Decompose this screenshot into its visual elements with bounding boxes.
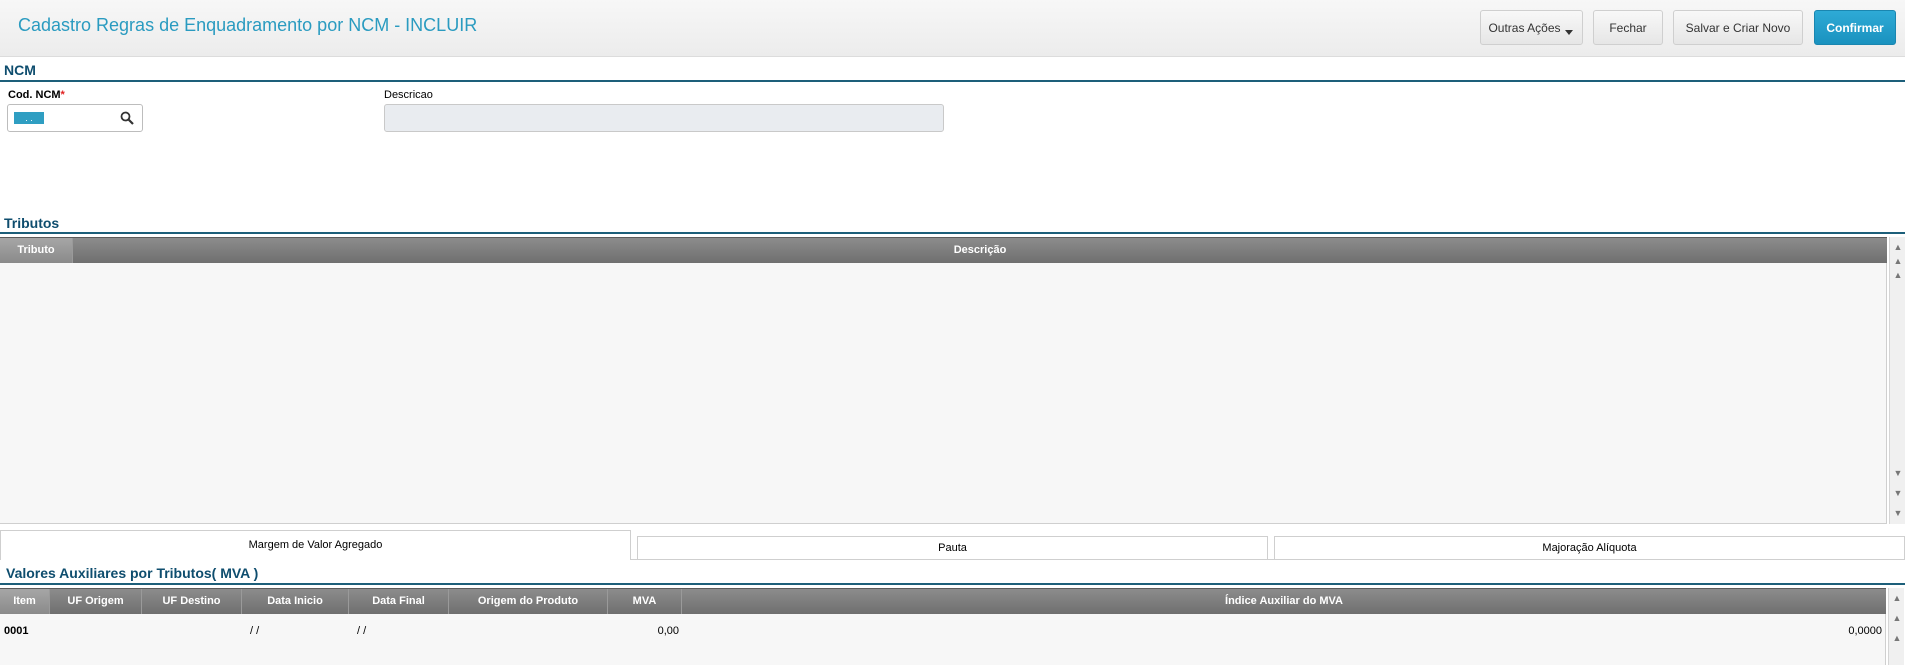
tributos-divider: [0, 232, 1905, 234]
mva-divider: [0, 583, 1905, 585]
search-icon[interactable]: [120, 111, 134, 125]
cod-ncm-input[interactable]: . .: [7, 104, 143, 132]
cell-item: 0001: [4, 625, 29, 637]
mva-grid-body[interactable]: 0001 / / / / 0,00 0,0000: [0, 614, 1886, 665]
mva-scroll-top-icon[interactable]: ▲: [1892, 592, 1902, 604]
tab-majoracao-aliquota[interactable]: Majoração Alíquota: [1274, 536, 1905, 560]
col-data-inicio[interactable]: Data Inicio: [242, 589, 349, 614]
table-row[interactable]: 0001 / / / / 0,00 0,0000: [0, 614, 1886, 637]
close-button[interactable]: Fechar: [1593, 10, 1663, 45]
required-mark: *: [60, 89, 65, 101]
descricao-label: Descricao: [384, 89, 433, 101]
col-uf-destino[interactable]: UF Destino: [142, 589, 242, 614]
save-new-button[interactable]: Salvar e Criar Novo: [1673, 10, 1803, 45]
tributos-grid-header: Tributo Descrição: [0, 237, 1887, 263]
col-mva[interactable]: MVA: [608, 589, 682, 614]
col-descricao[interactable]: Descrição: [73, 238, 1887, 263]
cell-indice-auxiliar: 0,0000: [1848, 625, 1882, 637]
ncm-section-title: NCM: [4, 62, 36, 78]
tributos-grid-body[interactable]: [0, 263, 1887, 524]
col-tributo[interactable]: Tributo: [0, 238, 73, 263]
mva-section-title: Valores Auxiliares por Tributos( MVA ): [6, 565, 259, 581]
tributos-scrollbar[interactable]: ▲ ▲ ▲ ▼ ▼ ▼: [1889, 237, 1905, 524]
more-actions-label: Outras Ações: [1488, 20, 1561, 35]
col-data-final[interactable]: Data Final: [349, 589, 449, 614]
col-uf-origem[interactable]: UF Origem: [50, 589, 142, 614]
mva-scrollbar[interactable]: ▲ ▲ ▲: [1888, 588, 1904, 665]
cod-ncm-value: . .: [14, 112, 44, 124]
ncm-divider: [0, 80, 1905, 82]
cell-data-inicio: / /: [250, 625, 260, 637]
cell-data-final: / /: [357, 625, 367, 637]
caret-down-icon: [1565, 30, 1573, 35]
cell-mva: 0,00: [657, 625, 679, 637]
tabs-baseline: [631, 559, 1905, 560]
scroll-up-icon[interactable]: ▲: [1893, 269, 1903, 281]
col-item[interactable]: Item: [0, 589, 50, 614]
tab-pauta[interactable]: Pauta: [637, 536, 1268, 560]
cod-ncm-label-text: Cod. NCM: [8, 89, 61, 101]
mva-scroll-page-up-icon[interactable]: ▲: [1892, 612, 1902, 624]
mva-scroll-up-icon[interactable]: ▲: [1892, 632, 1902, 644]
more-actions-button[interactable]: Outras Ações: [1480, 10, 1583, 45]
scroll-page-down-icon[interactable]: ▼: [1893, 487, 1903, 499]
page-header: Cadastro Regras de Enquadramento por NCM…: [0, 0, 1905, 57]
tab-margem-valor-agregado[interactable]: Margem de Valor Agregado: [0, 530, 631, 560]
tributos-section-title: Tributos: [4, 215, 60, 231]
mva-grid-header: Item UF Origem UF Destino Data Inicio Da…: [0, 588, 1886, 614]
col-origem-produto[interactable]: Origem do Produto: [449, 589, 608, 614]
descricao-field: [384, 104, 944, 132]
scroll-page-up-icon[interactable]: ▲: [1893, 255, 1903, 267]
cod-ncm-label: Cod. NCM*: [8, 89, 65, 101]
confirm-button[interactable]: Confirmar: [1814, 10, 1896, 45]
scroll-bottom-icon[interactable]: ▼: [1893, 507, 1903, 519]
scroll-down-icon[interactable]: ▼: [1893, 467, 1903, 479]
col-indice-auxiliar[interactable]: Índice Auxiliar do MVA: [682, 589, 1886, 614]
scroll-top-icon[interactable]: ▲: [1893, 241, 1903, 253]
page-title: Cadastro Regras de Enquadramento por NCM…: [18, 15, 478, 35]
